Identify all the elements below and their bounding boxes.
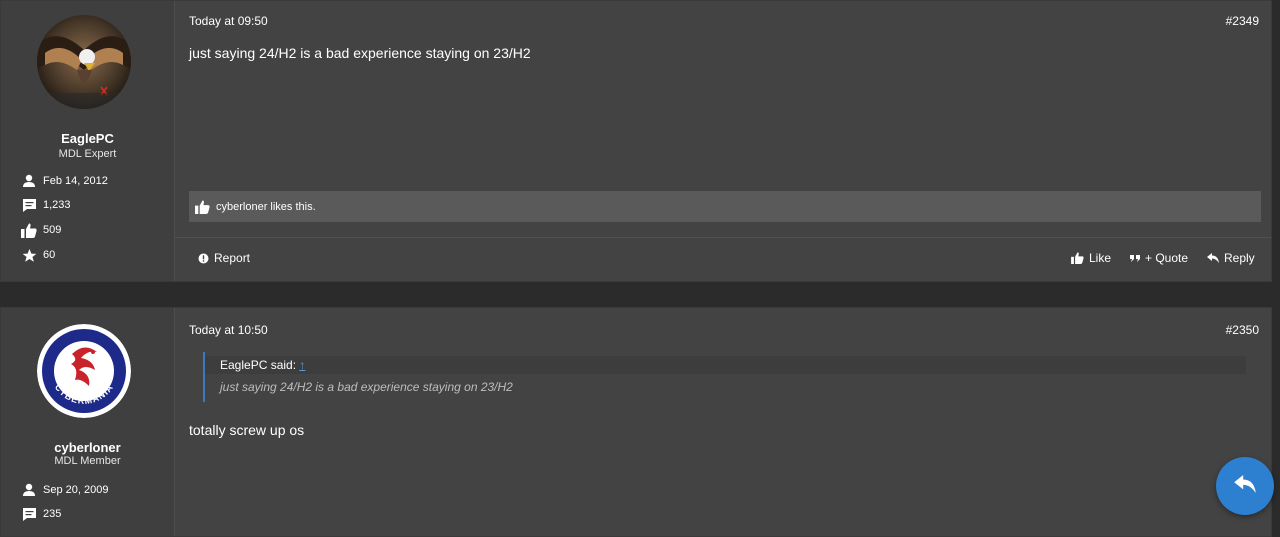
reply-label: Reply	[1224, 251, 1255, 265]
post-timestamp[interactable]: Today at 09:50	[189, 14, 268, 28]
stat-likes-value: 509	[43, 224, 62, 236]
stat-joined: Sep 20, 2009	[21, 481, 108, 499]
stat-messages-value: 1,233	[43, 199, 71, 211]
info-circle-icon	[198, 253, 209, 264]
floating-reply-button[interactable]	[1216, 457, 1274, 515]
avatar[interactable]: CYBERMANIA	[37, 324, 131, 418]
likes-summary: cyberloner likes this.	[189, 191, 1261, 222]
quote-icon	[1130, 254, 1140, 262]
stat-messages: 235	[21, 505, 61, 523]
stat-joined-value: Feb 14, 2012	[43, 175, 108, 187]
user-title: MDL Member	[54, 455, 121, 467]
user-info-panel: EaglePC MDL Expert Feb 14, 2012 1,233 50…	[1, 1, 175, 281]
report-label: Report	[214, 251, 251, 265]
quote-label: + Quote	[1145, 251, 1189, 265]
user-icon	[21, 482, 37, 498]
post-message: just saying 24/H2 is a bad experience st…	[189, 45, 531, 61]
quote-button[interactable]: + Quote	[1130, 251, 1188, 265]
thumbs-up-icon	[195, 199, 210, 214]
reply-icon	[1207, 253, 1219, 263]
post-2350: CYBERMANIA cyberloner MDL Member Sep 20,…	[0, 307, 1272, 537]
quote-author-text: EaglePC said:	[220, 358, 297, 372]
stat-joined: Feb 14, 2012	[21, 172, 108, 190]
post-number[interactable]: #2349	[1226, 14, 1259, 28]
user-info-panel: CYBERMANIA cyberloner MDL Member Sep 20,…	[1, 308, 175, 536]
quote-text: just saying 24/H2 is a bad experience st…	[220, 380, 513, 394]
comment-icon	[21, 197, 37, 213]
reply-button[interactable]: Reply	[1207, 251, 1255, 265]
stat-points-value: 60	[43, 249, 56, 261]
avatar[interactable]	[37, 15, 131, 109]
stat-joined-value: Sep 20, 2009	[43, 484, 109, 496]
stat-likes: 509	[21, 221, 61, 239]
post-message: totally screw up os	[189, 422, 305, 438]
stat-messages: 1,233	[21, 196, 71, 214]
quote-header	[205, 356, 1246, 374]
thumbs-up-icon	[1071, 252, 1084, 264]
username[interactable]: cyberloner	[1, 440, 174, 455]
like-button[interactable]: Like	[1071, 251, 1111, 265]
post-timestamp[interactable]: Today at 10:50	[189, 323, 268, 337]
reply-icon	[1234, 474, 1256, 498]
report-button[interactable]: Report	[198, 251, 250, 265]
comment-icon	[21, 506, 37, 522]
user-icon	[21, 173, 37, 189]
quote-block: EaglePC said: ↑ just saying 24/H2 is a b…	[203, 352, 1248, 402]
stat-points: 60	[21, 246, 55, 264]
thumbs-up-icon	[21, 222, 37, 238]
username[interactable]: EaglePC	[1, 131, 174, 146]
likes-summary-text[interactable]: cyberloner likes this.	[216, 201, 316, 213]
quote-jump-link[interactable]: ↑	[299, 358, 305, 372]
quote-author: EaglePC said: ↑	[220, 358, 305, 372]
post-footer-divider	[174, 237, 1271, 238]
user-title: MDL Expert	[58, 148, 117, 160]
star-icon	[21, 247, 37, 263]
post-2349: EaglePC MDL Expert Feb 14, 2012 1,233 50…	[0, 0, 1272, 282]
stat-messages-value: 235	[43, 508, 62, 520]
post-number[interactable]: #2350	[1226, 323, 1259, 337]
like-label: Like	[1089, 251, 1112, 265]
